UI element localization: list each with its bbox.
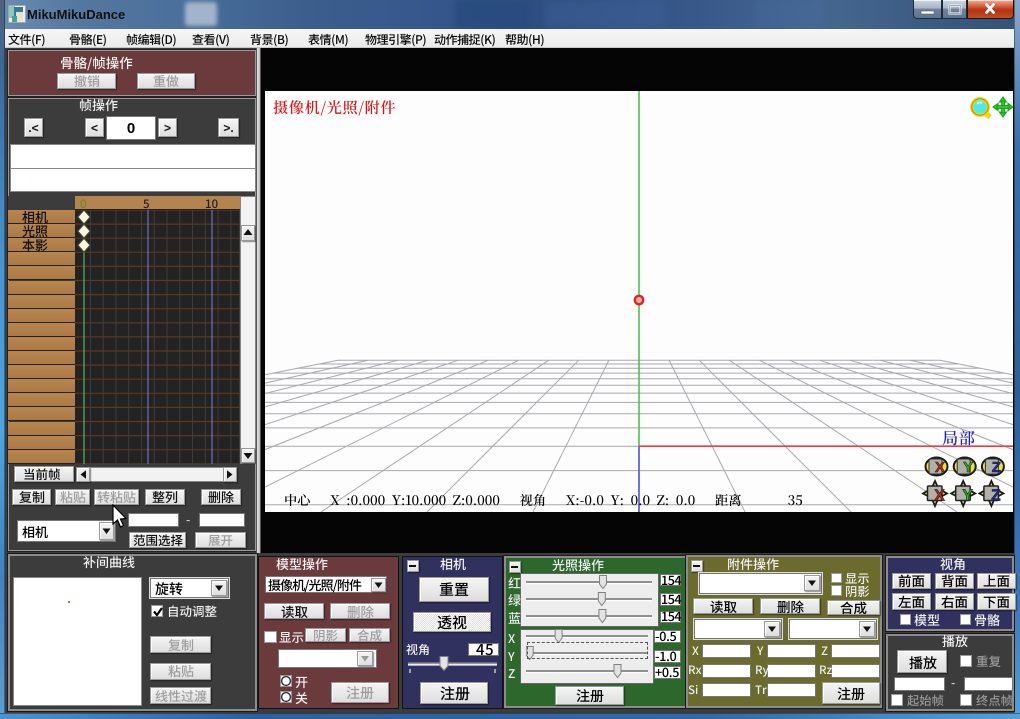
svg-text:Y: Y	[963, 488, 974, 505]
svg-text:X: X	[934, 488, 945, 505]
svg-text:Z: Z	[992, 459, 1001, 476]
svg-text:Z: Z	[991, 488, 1001, 505]
svg-text:X: X	[935, 459, 945, 476]
svg-text:Y: Y	[963, 459, 973, 476]
